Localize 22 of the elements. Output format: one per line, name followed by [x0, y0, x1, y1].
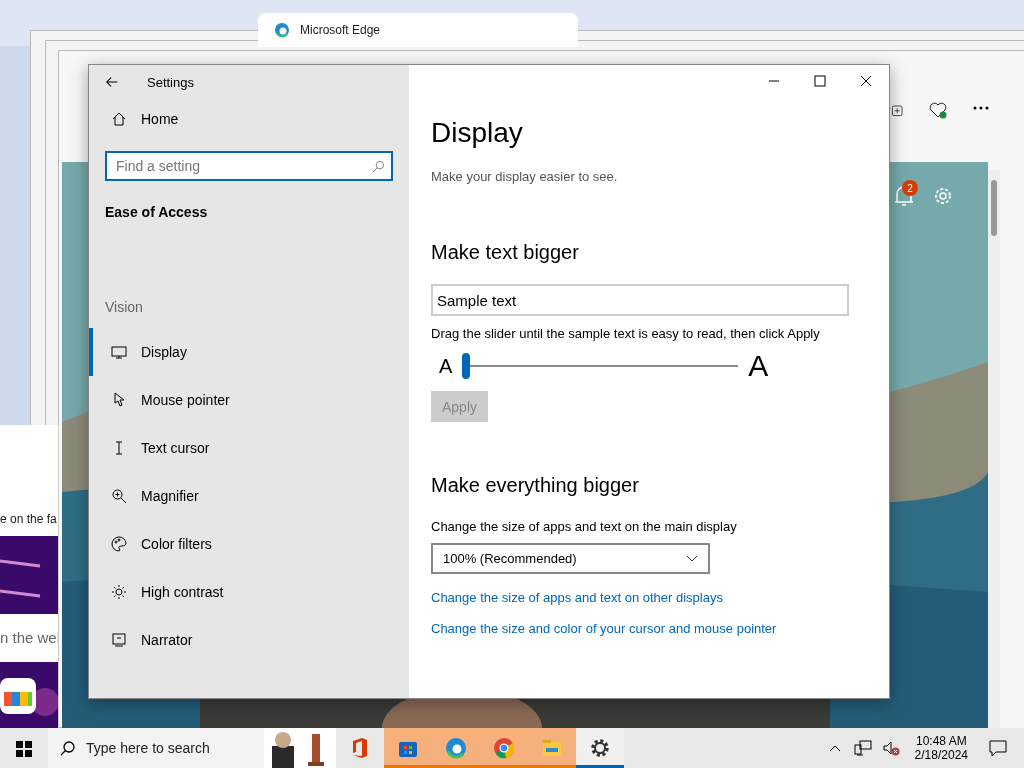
clock-time[interactable]: 10:48 AM	[915, 734, 967, 748]
back-icon[interactable]	[105, 75, 119, 89]
gear-icon	[588, 736, 612, 760]
home-icon	[111, 111, 127, 127]
clock-date[interactable]: 2/18/2024	[914, 748, 968, 762]
notifications-icon[interactable]	[988, 739, 1008, 757]
taskbar-search-field[interactable]: Type here to search	[48, 728, 264, 768]
scroll-bar[interactable]	[988, 170, 1000, 728]
network-icon[interactable]	[853, 740, 872, 756]
chrome-icon	[492, 736, 516, 760]
window-title: Settings	[147, 74, 194, 90]
edge-icon	[274, 22, 290, 38]
page-text: e on the fa	[0, 512, 58, 526]
store-icon[interactable]	[0, 676, 36, 716]
home-link[interactable]: Home	[89, 99, 409, 139]
edge-icon	[444, 736, 468, 760]
page-title: Display	[431, 117, 524, 149]
browser-tab[interactable]: Microsoft Edge	[258, 13, 578, 47]
more-icon[interactable]	[972, 105, 990, 111]
taskbar-app[interactable]	[576, 728, 624, 768]
muted-speaker-icon[interactable]	[881, 740, 900, 756]
heart-icon[interactable]	[928, 100, 948, 120]
